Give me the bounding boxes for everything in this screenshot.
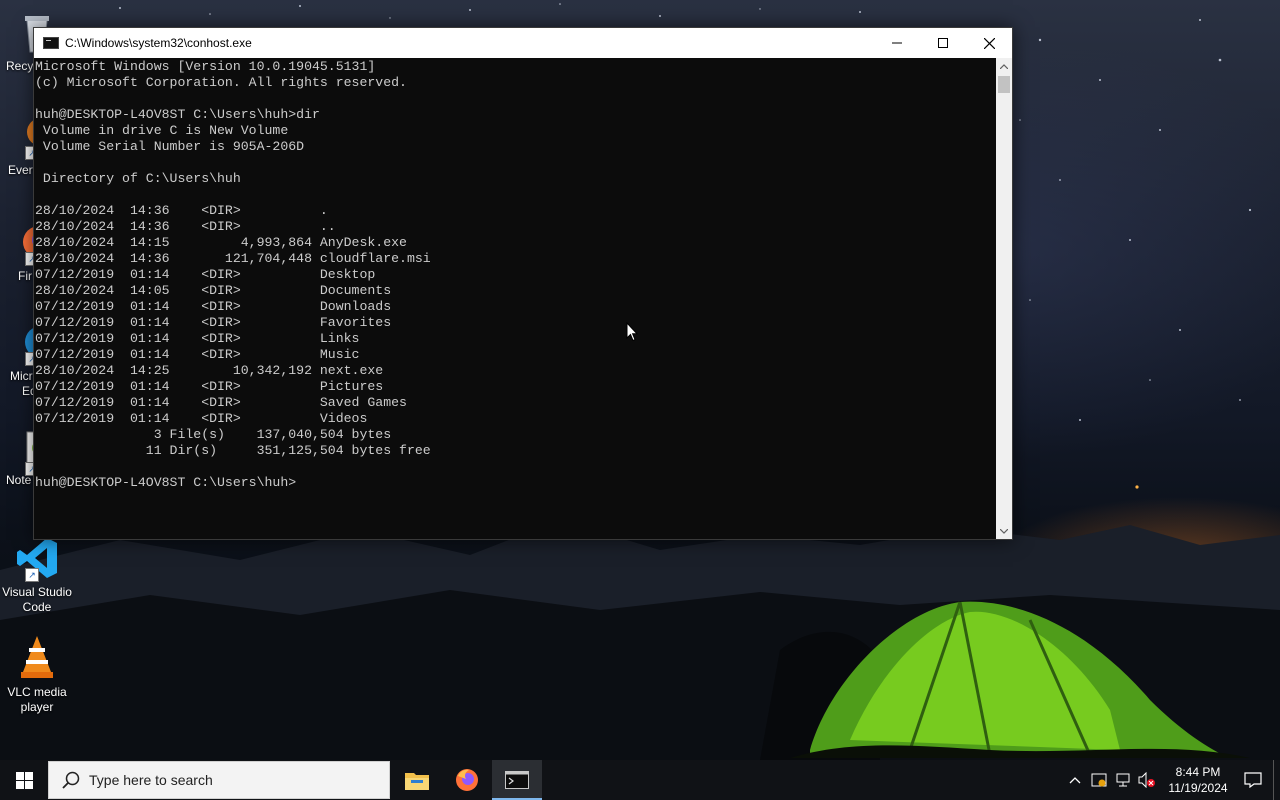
console-line: (c) Microsoft Corporation. All rights re… xyxy=(35,75,407,90)
desktop-icon-label-line2: player xyxy=(20,700,54,714)
taskbar: Type here to search 8:44 PM 11/19/2024 xyxy=(0,760,1280,800)
console-line: 07/12/2019 01:14 <DIR> Links xyxy=(35,331,360,346)
vertical-scrollbar[interactable] xyxy=(996,58,1012,539)
search-icon xyxy=(62,771,80,789)
green-tent xyxy=(790,601,1250,758)
volume-muted-icon xyxy=(1138,772,1155,788)
tray-volume-icon[interactable] xyxy=(1135,760,1159,800)
console-line: Volume Serial Number is 905A-206D xyxy=(35,139,305,154)
firefox-icon xyxy=(456,769,478,791)
close-button[interactable] xyxy=(966,28,1012,58)
taskbar-clock[interactable]: 8:44 PM 11/19/2024 xyxy=(1163,764,1233,796)
console-line: 28/10/2024 14:36 <DIR> .. xyxy=(35,219,336,234)
desktop-icon-label: Visual Studio xyxy=(2,585,72,599)
console-line: 11 Dir(s) 351,125,504 bytes free xyxy=(35,443,431,458)
search-placeholder: Type here to search xyxy=(89,772,213,788)
clock-time: 8:44 PM xyxy=(1175,765,1221,779)
scroll-down-button[interactable] xyxy=(996,523,1012,539)
console-line: 07/12/2019 01:14 <DIR> Downloads xyxy=(35,299,392,314)
action-center-button[interactable] xyxy=(1233,760,1273,800)
console-line: 07/12/2019 01:14 <DIR> Favorites xyxy=(35,315,392,330)
taskbar-file-explorer[interactable] xyxy=(392,760,442,800)
vlc-icon xyxy=(13,634,61,682)
console-output[interactable]: Microsoft Windows [Version 10.0.19045.51… xyxy=(34,58,996,539)
console-line: Microsoft Windows [Version 10.0.19045.51… xyxy=(35,59,376,74)
scrollbar-thumb[interactable] xyxy=(998,76,1010,93)
console-line: 28/10/2024 14:15 4,993,864 AnyDesk.exe xyxy=(35,235,407,250)
tray-security-icon[interactable] xyxy=(1087,760,1111,800)
desktop-icon-vlc[interactable]: VLC media player xyxy=(0,634,74,715)
desktop-icon-label: VLC media xyxy=(7,685,67,699)
minimize-button[interactable] xyxy=(874,28,920,58)
taskbar-search-box[interactable]: Type here to search xyxy=(48,761,390,799)
console-window[interactable]: C:\Windows\system32\conhost.exe Microsof… xyxy=(33,27,1013,540)
console-icon xyxy=(505,771,529,789)
taskbar-firefox[interactable] xyxy=(442,760,492,800)
desktop-icon-label-line2: Code xyxy=(22,600,52,614)
console-line: 07/12/2019 01:14 <DIR> Desktop xyxy=(35,267,376,282)
console-icon xyxy=(43,37,59,49)
window-titlebar[interactable]: C:\Windows\system32\conhost.exe xyxy=(34,28,1012,58)
console-line: 28/10/2024 14:25 10,342,192 next.exe xyxy=(35,363,384,378)
console-line: Volume in drive C is New Volume xyxy=(35,123,289,138)
mouse-cursor-icon xyxy=(626,322,638,342)
shortcut-arrow-icon: ↗ xyxy=(25,568,39,582)
start-button[interactable] xyxy=(0,760,48,800)
vscode-icon: ↗ xyxy=(13,534,61,582)
console-line: 07/12/2019 01:14 <DIR> Pictures xyxy=(35,379,384,394)
console-line: 07/12/2019 01:14 <DIR> Music xyxy=(35,347,360,362)
clock-date: 11/19/2024 xyxy=(1168,781,1228,795)
file-explorer-icon xyxy=(405,773,429,790)
notification-icon xyxy=(1244,772,1262,788)
scroll-up-button[interactable] xyxy=(996,58,1012,74)
console-line: 28/10/2024 14:36 <DIR> . xyxy=(35,203,328,218)
tray-network-icon[interactable] xyxy=(1111,760,1135,800)
taskbar-console[interactable] xyxy=(492,760,542,800)
desktop-icon-vscode[interactable]: ↗ Visual Studio Code xyxy=(0,534,74,615)
show-hidden-icons-button[interactable] xyxy=(1063,760,1087,800)
console-line: 07/12/2019 01:14 <DIR> Saved Games xyxy=(35,395,407,410)
show-desktop-button[interactable] xyxy=(1273,760,1280,800)
windows-logo-icon xyxy=(15,771,33,789)
maximize-button[interactable] xyxy=(920,28,966,58)
chevron-up-icon xyxy=(1069,777,1081,784)
console-line: 28/10/2024 14:36 121,704,448 cloudflare.… xyxy=(35,251,431,266)
console-line: 28/10/2024 14:05 <DIR> Documents xyxy=(35,283,392,298)
console-line: 3 File(s) 137,040,504 bytes xyxy=(35,427,392,442)
window-title: C:\Windows\system32\conhost.exe xyxy=(65,36,252,50)
network-icon xyxy=(1116,773,1130,787)
console-line: Directory of C:\Users\huh xyxy=(35,171,241,186)
security-center-icon xyxy=(1091,773,1107,787)
console-line: 07/12/2019 01:14 <DIR> Videos xyxy=(35,411,368,426)
console-line: huh@DESKTOP-L4OV8ST C:\Users\huh>dir xyxy=(35,107,320,122)
system-tray: 8:44 PM 11/19/2024 xyxy=(1063,760,1280,800)
console-line: huh@DESKTOP-L4OV8ST C:\Users\huh> xyxy=(35,475,297,490)
